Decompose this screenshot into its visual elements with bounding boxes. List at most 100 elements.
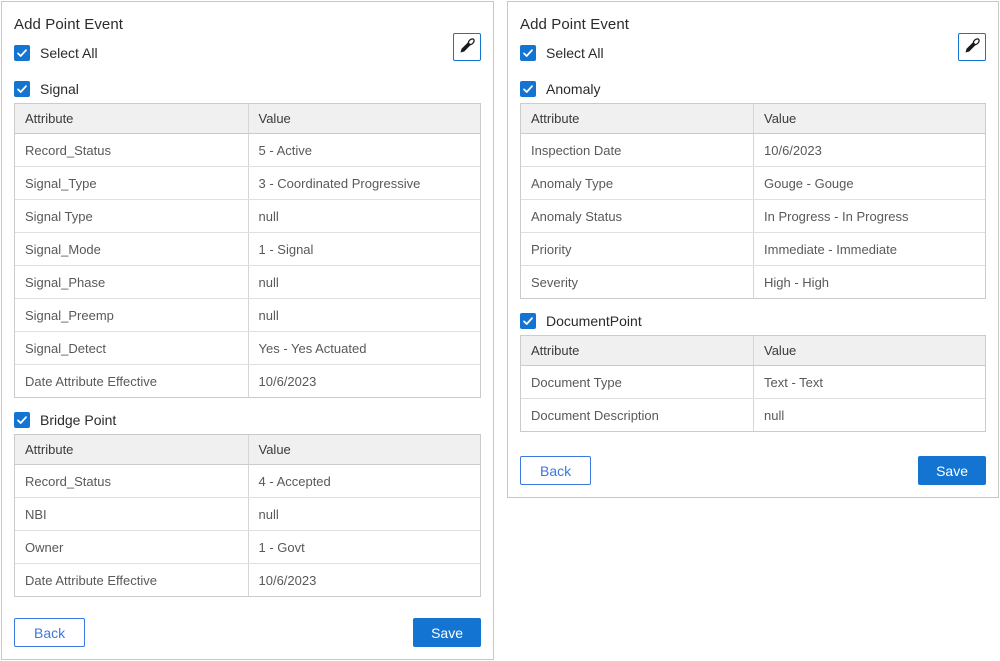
table-row: Owner1 - Govt	[15, 530, 480, 563]
table-header-row: AttributeValue	[521, 336, 985, 366]
panel-footer: Back Save	[520, 456, 986, 485]
checkbox-checked-icon[interactable]	[14, 81, 30, 97]
table-row: Signal_Mode1 - Signal	[15, 232, 480, 265]
cell-attribute: Anomaly Status	[521, 200, 753, 232]
panel-header: Add Point Event Select All	[14, 14, 481, 61]
cell-value: 10/6/2023	[753, 134, 985, 166]
table-row: Signal_DetectYes - Yes Actuated	[15, 331, 480, 364]
section-label: Signal	[40, 81, 79, 97]
cell-attribute: Owner	[15, 531, 248, 563]
cell-attribute: Record_Status	[15, 134, 248, 166]
section-documentpoint: DocumentPoint AttributeValueDocument Type…	[520, 313, 986, 432]
table-row: Document Descriptionnull	[521, 398, 985, 431]
add-point-event-panel-2: Add Point Event Select All Anomaly Attrib…	[507, 1, 999, 498]
cell-value: null	[248, 200, 481, 232]
table-row: NBInull	[15, 497, 480, 530]
table-row: Anomaly TypeGouge - Gouge	[521, 166, 985, 199]
cell-attribute: Date Attribute Effective	[15, 564, 248, 596]
attributes-table: AttributeValueDocument TypeText - TextDo…	[520, 335, 986, 432]
cell-attribute: Signal_Type	[15, 167, 248, 199]
page-title: Add Point Event	[14, 16, 481, 33]
select-all-checkbox[interactable]: Select All	[14, 45, 481, 61]
column-header-value: Value	[753, 336, 985, 365]
cell-value: 4 - Accepted	[248, 465, 481, 497]
column-header-attribute: Attribute	[521, 104, 753, 133]
section-bridge-point: Bridge Point AttributeValueRecord_Status4…	[14, 412, 481, 597]
select-all-checkbox[interactable]: Select All	[520, 45, 986, 61]
section-checkbox-documentpoint[interactable]: DocumentPoint	[520, 313, 986, 329]
select-all-label: Select All	[546, 45, 604, 61]
save-button[interactable]: Save	[918, 456, 986, 485]
table-row: Signal Typenull	[15, 199, 480, 232]
attributes-table: AttributeValueInspection Date10/6/2023An…	[520, 103, 986, 299]
table-header-row: AttributeValue	[15, 104, 480, 134]
checkbox-checked-icon[interactable]	[520, 45, 536, 61]
table-row: SeverityHigh - High	[521, 265, 985, 298]
column-header-value: Value	[248, 104, 481, 133]
eyedropper-button[interactable]	[453, 33, 481, 61]
cell-value: Text - Text	[753, 366, 985, 398]
column-header-value: Value	[753, 104, 985, 133]
cell-attribute: Signal_Detect	[15, 332, 248, 364]
attributes-table: AttributeValueRecord_Status5 - ActiveSig…	[14, 103, 481, 398]
panel-footer: Back Save	[14, 618, 481, 647]
table-header-row: AttributeValue	[521, 104, 985, 134]
page-title: Add Point Event	[520, 16, 986, 33]
eyedropper-icon	[964, 37, 981, 57]
cell-attribute: Document Type	[521, 366, 753, 398]
table-row: Record_Status5 - Active	[15, 134, 480, 166]
select-all-label: Select All	[40, 45, 98, 61]
checkbox-checked-icon[interactable]	[14, 412, 30, 428]
checkbox-checked-icon[interactable]	[520, 313, 536, 329]
section-checkbox-bridge-point[interactable]: Bridge Point	[14, 412, 481, 428]
save-button[interactable]: Save	[413, 618, 481, 647]
column-header-attribute: Attribute	[15, 435, 248, 464]
cell-attribute: Inspection Date	[521, 134, 753, 166]
back-button[interactable]: Back	[14, 618, 85, 647]
table-row: Signal_Type3 - Coordinated Progressive	[15, 166, 480, 199]
column-header-attribute: Attribute	[15, 104, 248, 133]
table-header-row: AttributeValue	[15, 435, 480, 465]
attributes-table: AttributeValueRecord_Status4 - AcceptedN…	[14, 434, 481, 597]
table-row: Signal_Phasenull	[15, 265, 480, 298]
cell-attribute: Priority	[521, 233, 753, 265]
cell-value: 10/6/2023	[248, 564, 481, 596]
table-row: PriorityImmediate - Immediate	[521, 232, 985, 265]
checkbox-checked-icon[interactable]	[520, 81, 536, 97]
section-signal: Signal AttributeValueRecord_Status5 - Act…	[14, 81, 481, 398]
table-row: Record_Status4 - Accepted	[15, 465, 480, 497]
cell-value: Gouge - Gouge	[753, 167, 985, 199]
cell-attribute: Signal_Mode	[15, 233, 248, 265]
column-header-value: Value	[248, 435, 481, 464]
cell-value: High - High	[753, 266, 985, 298]
cell-value: 5 - Active	[248, 134, 481, 166]
table-row: Date Attribute Effective10/6/2023	[15, 364, 480, 397]
table-row: Date Attribute Effective10/6/2023	[15, 563, 480, 596]
table-row: Document TypeText - Text	[521, 366, 985, 398]
cell-attribute: Signal_Preemp	[15, 299, 248, 331]
sections-container: AnomalyAttributeValueInspection Date10/6…	[520, 61, 986, 432]
cell-value: null	[753, 399, 985, 431]
cell-value: 10/6/2023	[248, 365, 481, 397]
eyedropper-icon	[459, 37, 476, 57]
eyedropper-button[interactable]	[958, 33, 986, 61]
sections-container: SignalAttributeValueRecord_Status5 - Act…	[14, 61, 481, 597]
cell-value: Yes - Yes Actuated	[248, 332, 481, 364]
checkbox-checked-icon[interactable]	[14, 45, 30, 61]
column-header-attribute: Attribute	[521, 336, 753, 365]
cell-value: 1 - Signal	[248, 233, 481, 265]
cell-value: null	[248, 498, 481, 530]
section-checkbox-anomaly[interactable]: Anomaly	[520, 81, 986, 97]
section-checkbox-signal[interactable]: Signal	[14, 81, 481, 97]
section-label: Bridge Point	[40, 412, 116, 428]
cell-value: Immediate - Immediate	[753, 233, 985, 265]
section-anomaly: Anomaly AttributeValueInspection Date10/6…	[520, 81, 986, 299]
panel-header: Add Point Event Select All	[520, 14, 986, 61]
add-point-event-panel-1: Add Point Event Select All Signal Attribu…	[1, 1, 494, 660]
cell-attribute: Signal_Phase	[15, 266, 248, 298]
cell-attribute: Anomaly Type	[521, 167, 753, 199]
section-label: DocumentPoint	[546, 313, 642, 329]
back-button[interactable]: Back	[520, 456, 591, 485]
cell-attribute: Date Attribute Effective	[15, 365, 248, 397]
table-row: Inspection Date10/6/2023	[521, 134, 985, 166]
